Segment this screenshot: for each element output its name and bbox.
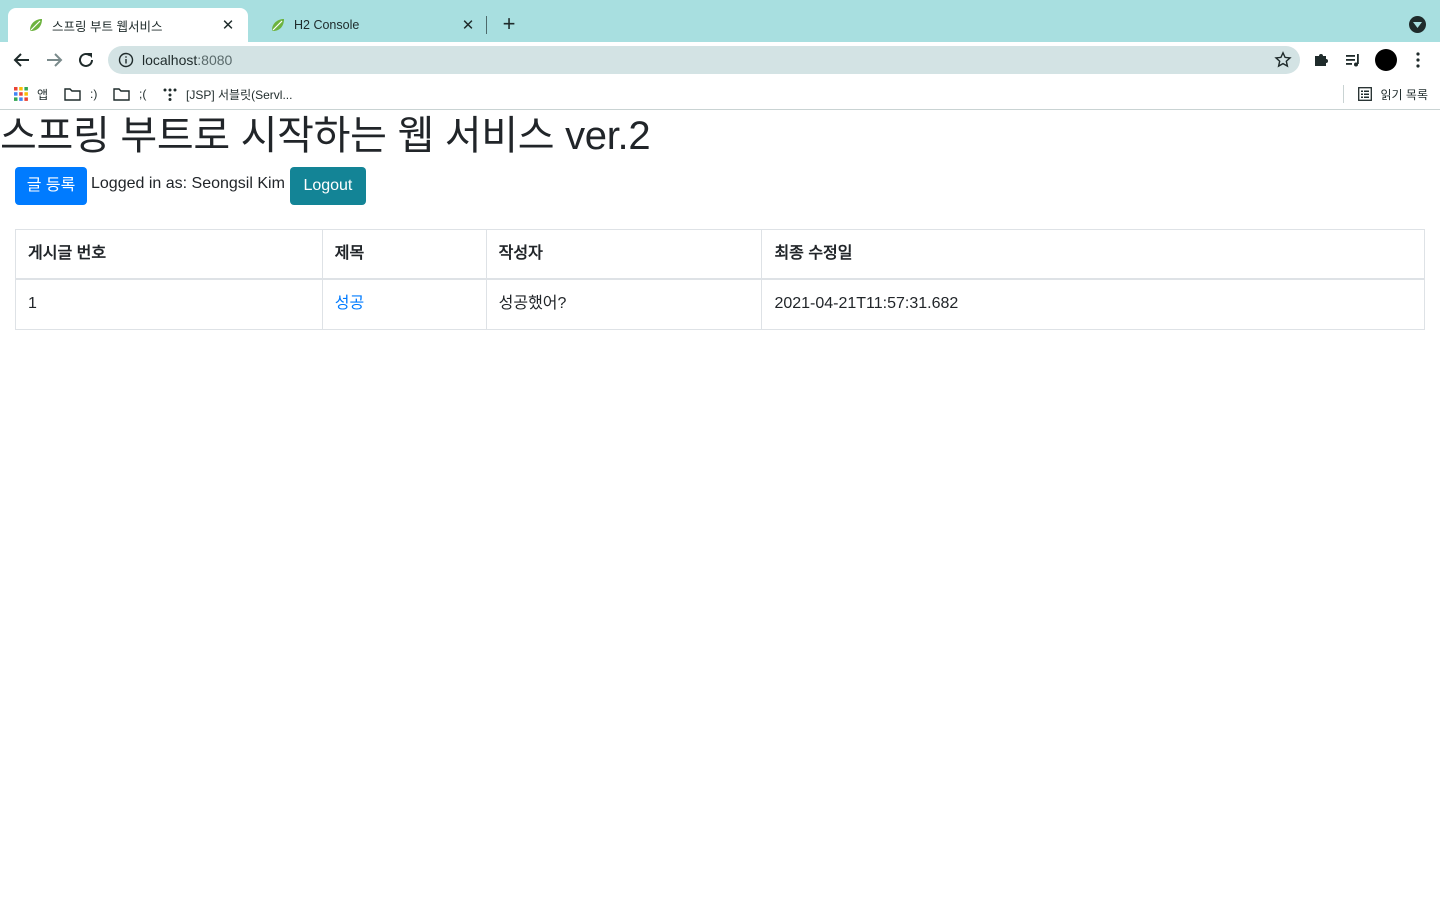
header-modified-date: 최종 수정일 — [761, 229, 1425, 280]
extensions-puzzle-icon[interactable] — [1311, 50, 1331, 70]
write-post-button[interactable]: 글 등록 — [15, 167, 87, 205]
menu-kebab-icon[interactable] — [1408, 50, 1428, 70]
header-post-number: 게시글 번호 — [15, 229, 323, 280]
reading-list-button[interactable]: 읽기 목록 — [1342, 85, 1429, 103]
spring-leaf-icon — [272, 19, 284, 31]
divider — [1342, 85, 1344, 103]
spring-leaf-icon — [30, 19, 42, 31]
tab-title: H2 Console — [294, 18, 360, 32]
cell-author: 성공했어? — [485, 278, 763, 330]
logged-in-text: Logged in as: Seongsil Kim — [91, 175, 285, 192]
bookmark-label: 앱 — [37, 87, 49, 102]
new-tab-icon[interactable]: + — [498, 13, 520, 36]
media-queue-icon[interactable] — [1343, 50, 1363, 70]
bookmark-label: [JSP] 서블릿(Servl... — [186, 87, 293, 102]
bookmark-folder-sad[interactable]: ;( — [113, 85, 146, 103]
tab-strip: 스프링 부트 웹서비스 ✕ H2 Console ✕ + — [0, 0, 1440, 42]
bookmark-apps[interactable]: 앱 — [14, 85, 48, 103]
reading-list-label: 읽기 목록 — [1380, 87, 1429, 102]
close-tab-icon[interactable]: ✕ — [220, 17, 236, 34]
url-text: localhost:8080 — [142, 52, 233, 68]
bookmark-star-icon[interactable] — [1274, 51, 1292, 69]
page-title: 스프링 부트로 시작하는 웹 서비스 ver.2 — [0, 114, 651, 158]
folder-icon — [113, 87, 130, 101]
posts-table-container: 게시글 번호 제목 작성자 최종 수정일 1 성공 성공했어? 2021-04-… — [15, 229, 1425, 330]
cell-modified-date: 2021-04-21T11:57:31.682 — [761, 278, 1425, 330]
dots-icon — [163, 87, 177, 101]
table-header-row: 게시글 번호 제목 작성자 최종 수정일 — [15, 229, 1425, 280]
info-icon[interactable] — [118, 52, 134, 68]
post-title-link[interactable]: 성공 — [335, 295, 364, 312]
apps-grid-icon — [14, 87, 28, 101]
page-content: 스프링 부트로 시작하는 웹 서비스 ver.2 글 등록 Logged in … — [0, 111, 1440, 900]
tab-separator — [486, 16, 487, 34]
back-icon[interactable] — [10, 48, 34, 72]
header-title: 제목 — [321, 229, 487, 280]
bookmark-label: ;( — [139, 87, 147, 101]
header-author: 작성자 — [485, 229, 763, 280]
close-tab-icon[interactable]: ✕ — [460, 17, 476, 34]
tab-title: 스프링 부트 웹서비스 — [52, 19, 163, 34]
bookmark-jsp-servlet[interactable]: [JSP] 서블릿(Servl... — [163, 85, 292, 103]
profile-avatar[interactable] — [1375, 49, 1397, 71]
browser-toolbar: localhost:8080 — [0, 42, 1440, 78]
reload-icon[interactable] — [74, 48, 98, 72]
folder-icon — [64, 87, 81, 101]
cell-title: 성공 — [321, 278, 487, 330]
table-row: 1 성공 성공했어? 2021-04-21T11:57:31.682 — [15, 278, 1425, 330]
forward-icon[interactable] — [42, 48, 66, 72]
reading-list-icon — [1357, 87, 1372, 101]
bookmark-folder-smile[interactable]: :) — [64, 85, 97, 103]
bookmark-label: :) — [90, 87, 98, 101]
cell-post-number: 1 — [15, 278, 323, 330]
posts-table: 게시글 번호 제목 작성자 최종 수정일 1 성공 성공했어? 2021-04-… — [15, 229, 1425, 330]
tab-h2-console[interactable]: H2 Console ✕ — [250, 8, 488, 42]
logout-button[interactable]: Logout — [289, 167, 366, 205]
tab-spring-boot[interactable]: 스프링 부트 웹서비스 ✕ — [8, 8, 248, 42]
tab-search-icon[interactable] — [1409, 16, 1426, 33]
action-row: 글 등록 Logged in as: Seongsil Kim Logout — [15, 167, 366, 205]
address-bar[interactable]: localhost:8080 — [108, 46, 1300, 74]
bookmarks-bar: 앱 :) ;( [JSP] 서블릿(Servl... 읽기 목록 — [0, 78, 1440, 110]
